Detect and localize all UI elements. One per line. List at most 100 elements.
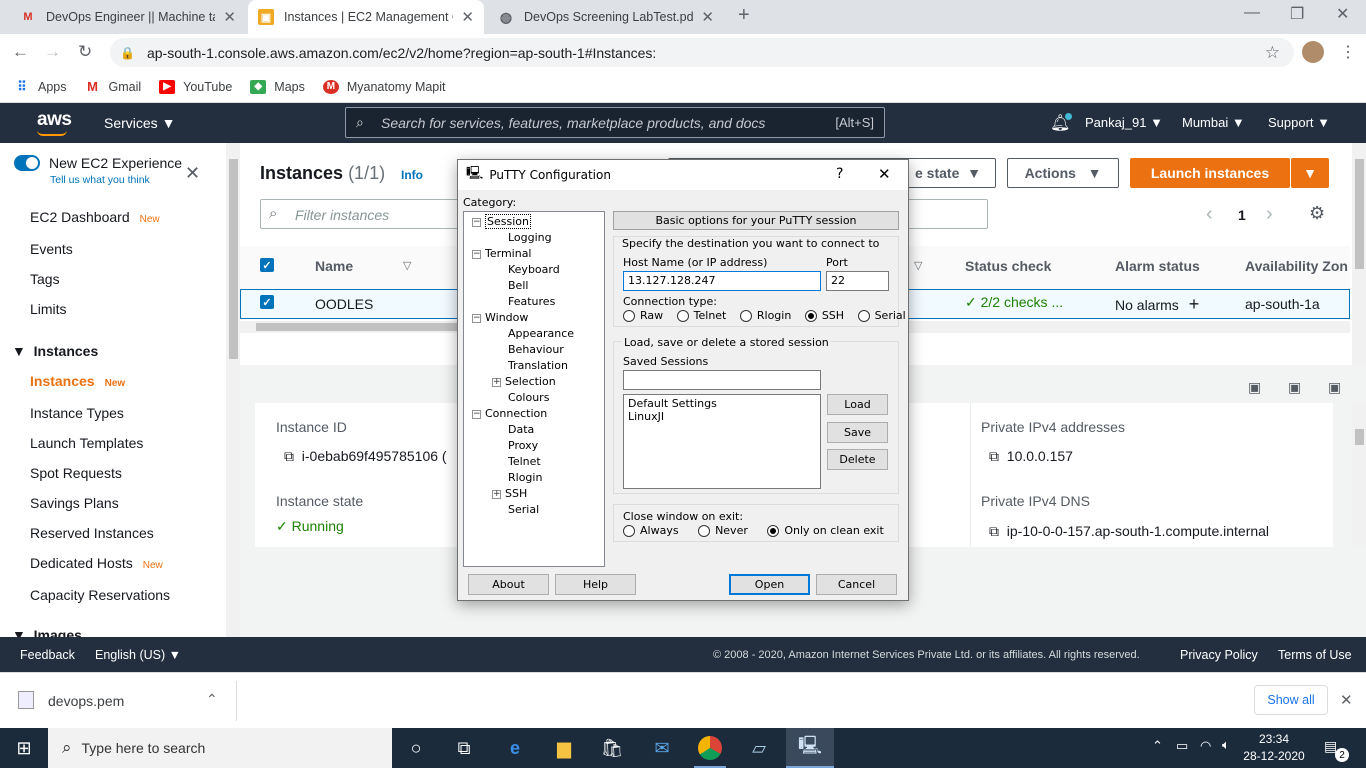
expand-icon[interactable]: + — [492, 489, 501, 499]
task-view-icon[interactable]: ⧉ — [452, 736, 476, 760]
tree-item-appearance[interactable]: Appearance — [492, 327, 574, 340]
battery-icon[interactable]: ▭ — [1176, 738, 1188, 754]
browser-tab-gmail[interactable]: M DevOps Engineer || Machine task ✕ — [10, 0, 246, 34]
collapse-icon[interactable]: − — [472, 249, 481, 259]
new-tab-icon[interactable]: + — [738, 4, 750, 27]
select-all-checkbox[interactable]: ✓ — [260, 258, 274, 272]
close-window-icon[interactable]: ✕ — [1336, 4, 1349, 24]
tree-item-logging[interactable]: Logging — [492, 231, 552, 244]
sidebar-item-tags[interactable]: Tags — [30, 271, 60, 287]
tree-item-selection[interactable]: + Selection — [492, 375, 556, 388]
actions-button[interactable]: Actions ▼ — [1007, 158, 1119, 188]
support-menu[interactable]: Support ▼ — [1268, 115, 1330, 130]
show-all-button[interactable]: Show all — [1254, 685, 1328, 715]
reload-icon[interactable]: ↻ — [78, 42, 92, 62]
sidebar-item-savings-plans[interactable]: Savings Plans — [30, 495, 119, 511]
sidebar-item-limits[interactable]: Limits — [30, 301, 67, 317]
scrollbar-thumb[interactable] — [1355, 159, 1364, 269]
download-item[interactable]: devops.pem — [48, 693, 124, 709]
sidebar-item-dedicated-hosts[interactable]: Dedicated Hosts New — [30, 555, 163, 571]
main-vscroll[interactable] — [1352, 143, 1366, 365]
feedback-link[interactable]: Feedback — [20, 648, 75, 662]
row-status-check[interactable]: ✓ 2/2 checks ... — [965, 294, 1063, 311]
forward-icon[interactable]: → — [44, 42, 61, 62]
add-alarm-icon[interactable]: + — [1189, 294, 1200, 314]
launch-instances-button[interactable]: Launch instances — [1130, 158, 1290, 188]
open-button[interactable]: Open — [729, 574, 810, 595]
bookmark-youtube[interactable]: ▶ YouTube — [159, 79, 232, 94]
row-checkbox[interactable]: ✓ — [260, 295, 274, 309]
wifi-icon[interactable]: ◠ — [1200, 738, 1211, 754]
split-off-icon[interactable]: ▣ — [1328, 379, 1341, 396]
page-number[interactable]: 1 — [1238, 207, 1246, 223]
split-side-icon[interactable]: ▣ — [1288, 379, 1301, 396]
port-input[interactable]: 22 — [826, 271, 889, 291]
tree-item-keyboard[interactable]: Keyboard — [492, 263, 560, 276]
profile-avatar[interactable] — [1302, 41, 1324, 63]
saved-sessions-input[interactable] — [623, 370, 821, 390]
tree-item-translation[interactable]: Translation — [492, 359, 568, 372]
close-icon[interactable]: ✕ — [1340, 691, 1353, 709]
collapse-icon[interactable]: − — [472, 217, 481, 227]
sidebar-item-events[interactable]: Events — [30, 241, 73, 257]
chrome-menu-icon[interactable]: ⋮ — [1340, 42, 1356, 62]
sidebar-item-ec2-dashboard[interactable]: EC2 Dashboard New — [30, 209, 160, 225]
settings-gear-icon[interactable]: ⚙ — [1309, 203, 1325, 224]
host-input[interactable]: 13.127.128.247 — [623, 271, 821, 291]
close-tab-icon[interactable]: ✕ — [461, 8, 474, 26]
terms-link[interactable]: Terms of Use — [1278, 648, 1352, 662]
collapse-icon[interactable]: − — [472, 313, 481, 323]
sidebar-item-capacity-reservations[interactable]: Capacity Reservations — [30, 587, 170, 603]
close-icon[interactable]: ✕ — [185, 163, 200, 184]
tree-item-behaviour[interactable]: Behaviour — [492, 343, 564, 356]
tree-item-ssh[interactable]: + SSH — [492, 487, 527, 500]
cancel-button[interactable]: Cancel — [816, 574, 897, 595]
radio-ssh[interactable]: SSH — [804, 309, 844, 322]
tray-overflow-icon[interactable]: ⌃ — [1152, 738, 1163, 754]
bookmark-gmail[interactable]: M Gmail — [85, 79, 141, 94]
collapse-icon[interactable]: − — [472, 409, 481, 419]
volume-icon[interactable]: 🔈︎ — [1222, 737, 1230, 753]
copy-icon[interactable]: ⧉ — [989, 448, 999, 464]
bookmark-apps[interactable]: ⠿ Apps — [14, 79, 66, 94]
scrollbar-thumb[interactable] — [1355, 429, 1364, 445]
sidebar-section-images[interactable]: ▼ Images — [12, 627, 82, 637]
file-explorer-icon[interactable]: ▆ — [552, 736, 576, 760]
bookmark-star-icon[interactable]: ☆ — [1265, 43, 1280, 63]
session-item[interactable]: Default Settings — [628, 397, 816, 410]
tree-item-colours[interactable]: Colours — [492, 391, 549, 404]
info-link[interactable]: Info — [401, 168, 423, 182]
tree-item-serial[interactable]: Serial — [492, 503, 539, 516]
mail-icon[interactable]: ✉ — [650, 736, 674, 760]
prev-page-icon[interactable]: ‹ — [1206, 203, 1213, 226]
expand-icon[interactable]: + — [492, 377, 501, 387]
clock-date[interactable]: 28-12-2020 — [1241, 749, 1307, 763]
back-icon[interactable]: ← — [12, 42, 29, 62]
bookmark-maps[interactable]: ◆ Maps — [250, 79, 305, 94]
launch-dropdown-button[interactable]: ▼ — [1291, 158, 1329, 188]
delete-button[interactable]: Delete — [827, 449, 888, 470]
tree-item-session[interactable]: − Session — [472, 214, 531, 229]
edge-icon[interactable]: e — [503, 736, 527, 760]
column-alarm-status[interactable]: Alarm status — [1115, 258, 1200, 274]
radio-telnet[interactable]: Telnet — [676, 309, 726, 322]
sidebar-item-spot-requests[interactable]: Spot Requests — [30, 465, 122, 481]
browser-tab-ec2[interactable]: ▣ Instances | EC2 Management Cor ✕ — [248, 0, 484, 34]
new-experience-toggle[interactable] — [14, 155, 40, 171]
restore-icon[interactable]: ❐ — [1290, 4, 1304, 24]
putty-titlebar[interactable]: 🖳︎ PuTTY Configuration ? ✕ — [458, 160, 908, 190]
windows-start-icon[interactable]: ⊞ — [12, 736, 36, 760]
column-status-check[interactable]: Status check — [965, 258, 1051, 274]
language-select[interactable]: English (US) ▼ — [95, 648, 181, 662]
privacy-link[interactable]: Privacy Policy — [1180, 648, 1258, 662]
load-button[interactable]: Load — [827, 394, 888, 415]
sidebar-item-launch-templates[interactable]: Launch Templates — [30, 435, 143, 451]
url-field[interactable]: 🔒 ap-south-1.console.aws.amazon.com/ec2/… — [110, 38, 1294, 67]
radio-rlogin[interactable]: Rlogin — [739, 309, 791, 322]
about-button[interactable]: About — [468, 574, 549, 595]
help-question-icon[interactable]: ? — [836, 166, 843, 182]
aws-logo[interactable]: aws — [37, 109, 72, 136]
tree-item-terminal[interactable]: − Terminal — [472, 247, 532, 260]
sort-icon[interactable]: ▽ — [403, 259, 411, 272]
tree-item-telnet[interactable]: Telnet — [492, 455, 541, 468]
